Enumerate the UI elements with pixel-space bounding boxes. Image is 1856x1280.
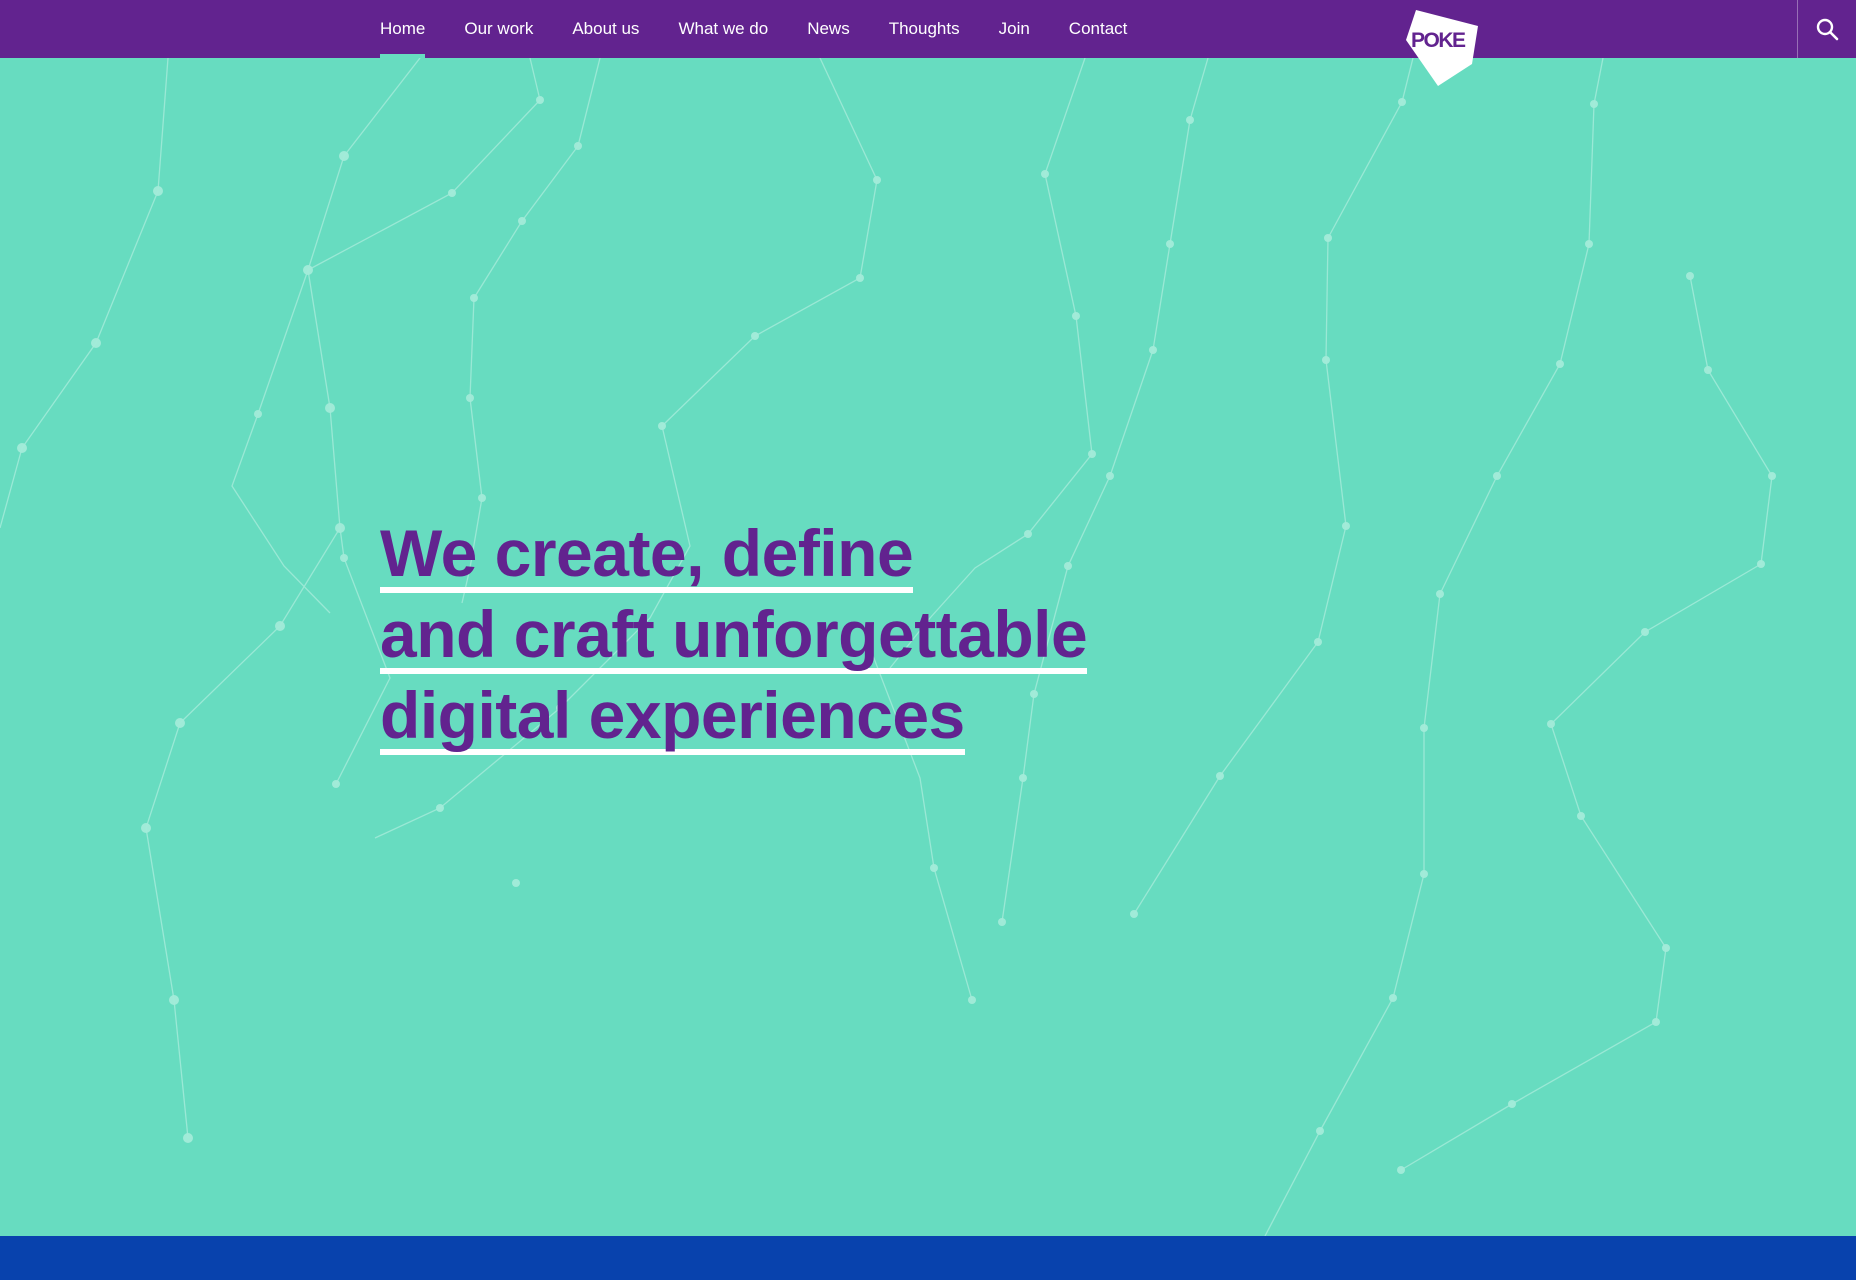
nav-item-thoughts[interactable]: Thoughts <box>889 0 960 58</box>
logo-badge: POKE <box>1406 10 1478 86</box>
nav-item-our-work[interactable]: Our work <box>464 0 533 58</box>
search-button[interactable] <box>1797 0 1856 58</box>
top-navigation-bar: Home Our work About us What we do News T… <box>0 0 1856 58</box>
main-nav: Home Our work About us What we do News T… <box>380 0 1166 58</box>
search-icon <box>1816 18 1839 41</box>
logo-text: POKE <box>1411 29 1466 52</box>
nav-item-about-us[interactable]: About us <box>572 0 639 58</box>
hero-line-3: digital experiences <box>380 682 965 755</box>
nav-item-contact[interactable]: Contact <box>1069 0 1128 58</box>
nav-item-join[interactable]: Join <box>999 0 1030 58</box>
hero-line-2: and craft unforgettable <box>380 601 1088 674</box>
hero-line-1: We create, define <box>380 520 914 593</box>
nav-item-home[interactable]: Home <box>380 0 426 58</box>
nav-item-what-we-do[interactable]: What we do <box>678 0 768 58</box>
poke-logo[interactable]: POKE <box>1400 6 1484 88</box>
hero-headline: We create, define and craft unforgettabl… <box>380 520 1088 763</box>
footer-band <box>0 1236 1856 1280</box>
nav-item-news[interactable]: News <box>807 0 850 58</box>
